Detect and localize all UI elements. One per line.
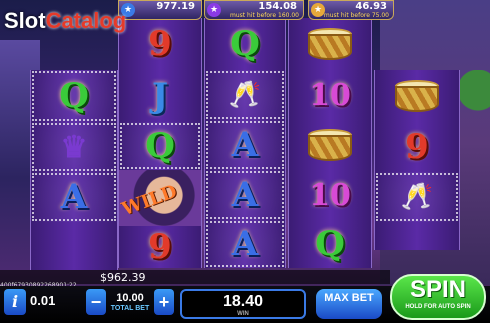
spin-label: SPIN — [409, 276, 466, 303]
palm-tree-decoration — [460, 70, 490, 270]
symbol-a: A — [231, 224, 259, 264]
info-button[interactable]: i — [4, 289, 26, 315]
slotcatalog-logo: SlotCatalog — [4, 8, 127, 33]
win-display: 18.40 WIN — [180, 289, 306, 319]
reel-2-cell-5: 9 — [119, 226, 201, 268]
reel-5: 9 🥂 — [374, 70, 460, 250]
increase-bet-button[interactable]: + — [154, 289, 174, 315]
jackpot-3-value: 46.93 — [355, 1, 387, 12]
win-value: 18.40 — [222, 293, 264, 310]
reel-5-cell-1 — [375, 70, 459, 122]
jackpot-2-note: must hit before 160.00 — [230, 12, 299, 19]
symbol-q: Q — [315, 224, 345, 264]
reel-2: 9 J Q WILD 9 — [118, 18, 202, 268]
reel-4-cell-1 — [289, 18, 371, 70]
max-bet-button[interactable]: MAX BET — [316, 289, 382, 319]
coin-value[interactable]: 0.01 — [30, 293, 55, 308]
reel-4-cell-3 — [289, 120, 371, 170]
drum-icon — [308, 24, 352, 64]
reel-4: 10 10 Q — [288, 18, 372, 268]
symbol-10: 10 — [309, 177, 351, 213]
star-icon: ★ — [207, 3, 221, 17]
decrease-bet-button[interactable]: − — [86, 289, 106, 315]
symbol-q: Q — [230, 24, 260, 64]
reel-4-cell-4: 10 — [289, 170, 371, 220]
champagne-glasses-icon: 🥂 — [400, 182, 434, 212]
reel-2-cell-1: 9 — [119, 18, 201, 70]
reel-3: Q 🥂 A A A — [204, 18, 286, 268]
drum-icon — [395, 76, 439, 116]
symbol-a: A — [231, 125, 259, 165]
reel-3-cell-1: Q — [205, 18, 285, 70]
reel-4-cell-5: Q — [289, 220, 371, 268]
win-label: WIN — [237, 311, 249, 317]
total-bet-value: 10.00 — [116, 292, 144, 304]
total-bet-display: 10.00 TOTAL BET — [106, 289, 154, 315]
drum-icon — [308, 125, 352, 165]
reel-3-cell-2: 🥂 — [205, 70, 285, 120]
symbol-9: 9 — [148, 24, 172, 64]
jackpot-meter-1: ★ 977.19 — [118, 0, 202, 20]
symbol-q: Q — [145, 126, 175, 166]
symbol-10: 10 — [309, 77, 351, 113]
reel-1: Q ♛ A — [30, 70, 118, 270]
spin-button[interactable]: SPIN HOLD FOR AUTO SPIN — [390, 274, 486, 320]
reel-1-cell-2: ♛ — [31, 122, 117, 172]
reel-5-cell-2: 9 — [375, 122, 459, 172]
reel-1-cell-3: A — [31, 172, 117, 222]
jackpot-meter-2: ★ 154.08 must hit before 160.00 — [204, 0, 304, 20]
jackpot-1-value: 977.19 — [156, 1, 195, 12]
symbol-j: J — [151, 76, 169, 116]
reel-1-cell-1: Q — [31, 70, 117, 122]
reel-2-cell-2: J — [119, 70, 201, 122]
jackpot-meter-3: ★ 46.93 must hit before 75.00 — [308, 0, 394, 20]
jackpot-3-note: must hit before 75.00 — [323, 12, 389, 19]
symbol-a: A — [60, 177, 88, 217]
champagne-glasses-icon: 🥂 — [228, 80, 262, 110]
reel-2-cell-3: Q — [119, 122, 201, 170]
reel-3-cell-4: A — [205, 170, 285, 220]
reel-3-cell-5: A — [205, 220, 285, 268]
reel-2-cell-4: WILD — [119, 170, 201, 226]
jester-hat-icon: ♛ — [60, 129, 88, 165]
symbol-9: 9 — [405, 127, 429, 167]
symbol-a: A — [231, 175, 259, 215]
symbol-q: Q — [59, 76, 89, 116]
max-bet-label: MAX BET — [324, 292, 374, 304]
total-bet-label: TOTAL BET — [110, 305, 150, 312]
balance-value: $962.39 — [100, 271, 146, 284]
reel-5-cell-3: 🥂 — [375, 172, 459, 222]
reel-3-cell-3: A — [205, 120, 285, 170]
reel-4-cell-2: 10 — [289, 70, 371, 120]
symbol-9: 9 — [148, 227, 172, 267]
spin-sub-label: HOLD FOR AUTO SPIN — [405, 304, 471, 310]
jackpot-2-value: 154.08 — [258, 1, 297, 12]
